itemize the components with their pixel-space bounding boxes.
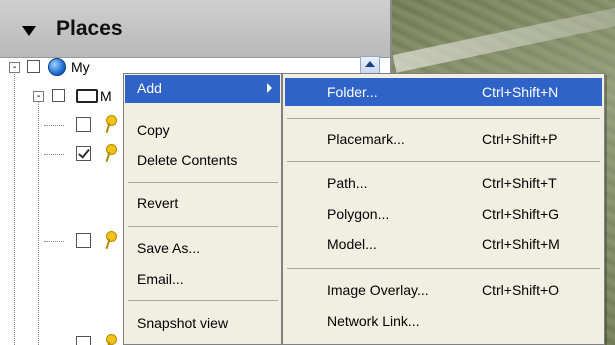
submenu-item-shortcut: Ctrl+Shift+M	[482, 236, 560, 252]
submenu-item-shortcut: Ctrl+Shift+N	[482, 84, 559, 100]
globe-icon	[48, 58, 66, 76]
menu-item-label: Add	[137, 80, 162, 96]
placemark-icon	[104, 115, 117, 133]
tree-expander-icon[interactable]: -	[33, 90, 44, 102]
submenu-item-network-link[interactable]: Network Link...	[285, 308, 602, 334]
placemark-icon	[104, 231, 117, 249]
tree-checkbox[interactable]	[27, 60, 40, 73]
submenu-item-shortcut: Ctrl+Shift+P	[482, 131, 558, 147]
menu-item-save-as[interactable]: Save As...	[125, 236, 280, 260]
submenu-item-model[interactable]: Model... Ctrl+Shift+M	[285, 231, 602, 257]
places-panel-header[interactable]: Places	[0, 0, 390, 58]
submenu-item-label: Image Overlay...	[327, 282, 429, 298]
menu-item-snapshot-view[interactable]: Snapshot view	[125, 311, 280, 335]
scroll-up-button[interactable]	[360, 56, 380, 74]
submenu-item-folder[interactable]: Folder... Ctrl+Shift+N	[285, 78, 602, 106]
submenu-item-label: Polygon...	[327, 206, 390, 222]
menu-separator	[128, 226, 278, 227]
collapse-triangle-icon[interactable]	[22, 26, 36, 36]
menu-item-add[interactable]: Add	[125, 75, 280, 103]
tree-checkbox[interactable]	[52, 89, 65, 102]
tree-item-folder[interactable]: M	[100, 88, 112, 104]
submenu-item-label: Network Link...	[327, 313, 420, 329]
submenu-item-shortcut: Ctrl+Shift+T	[482, 175, 557, 191]
tree-expander-icon[interactable]: -	[9, 61, 20, 73]
tree-guide-line	[44, 241, 64, 242]
submenu-item-shortcut: Ctrl+Shift+G	[482, 206, 560, 222]
submenu-item-path[interactable]: Path... Ctrl+Shift+T	[285, 170, 602, 196]
menu-separator	[287, 268, 600, 269]
tree-item-my-places[interactable]: My	[71, 59, 90, 75]
submenu-item-label: Placemark...	[327, 131, 405, 147]
menu-separator	[287, 118, 600, 119]
menu-item-email[interactable]: Email...	[125, 267, 280, 291]
menu-separator	[287, 161, 600, 162]
submenu-item-polygon[interactable]: Polygon... Ctrl+Shift+G	[285, 201, 602, 227]
menu-item-revert[interactable]: Revert	[125, 191, 280, 215]
placemark-icon	[104, 334, 117, 345]
submenu-item-label: Folder...	[327, 84, 378, 100]
context-menu: Add Copy Delete Contents Revert Save As.…	[123, 73, 282, 345]
tree-checkbox-checked[interactable]	[76, 146, 91, 161]
submenu-arrow-icon	[267, 83, 272, 93]
menu-separator	[128, 182, 278, 183]
submenu-item-label: Path...	[327, 175, 368, 191]
submenu-item-image-overlay[interactable]: Image Overlay... Ctrl+Shift+O	[285, 277, 602, 303]
submenu-item-placemark[interactable]: Placemark... Ctrl+Shift+P	[285, 126, 602, 152]
tree-guide-line	[14, 70, 15, 345]
menu-separator	[128, 300, 278, 301]
folder-icon	[76, 89, 98, 103]
tree-checkbox[interactable]	[76, 233, 91, 248]
map-road	[392, 5, 615, 73]
tree-guide-line	[44, 154, 64, 155]
submenu-item-label: Model...	[327, 236, 377, 252]
tree-guide-line	[44, 125, 64, 126]
tree-guide-line	[38, 96, 39, 345]
add-submenu: Folder... Ctrl+Shift+N Placemark... Ctrl…	[282, 73, 605, 345]
menu-item-copy[interactable]: Copy	[125, 118, 280, 142]
placemark-icon	[104, 144, 117, 162]
submenu-item-shortcut: Ctrl+Shift+O	[482, 282, 560, 298]
tree-checkbox[interactable]	[76, 117, 91, 132]
panel-title: Places	[56, 17, 123, 40]
tree-checkbox[interactable]	[76, 336, 91, 345]
menu-item-delete-contents[interactable]: Delete Contents	[125, 148, 280, 172]
